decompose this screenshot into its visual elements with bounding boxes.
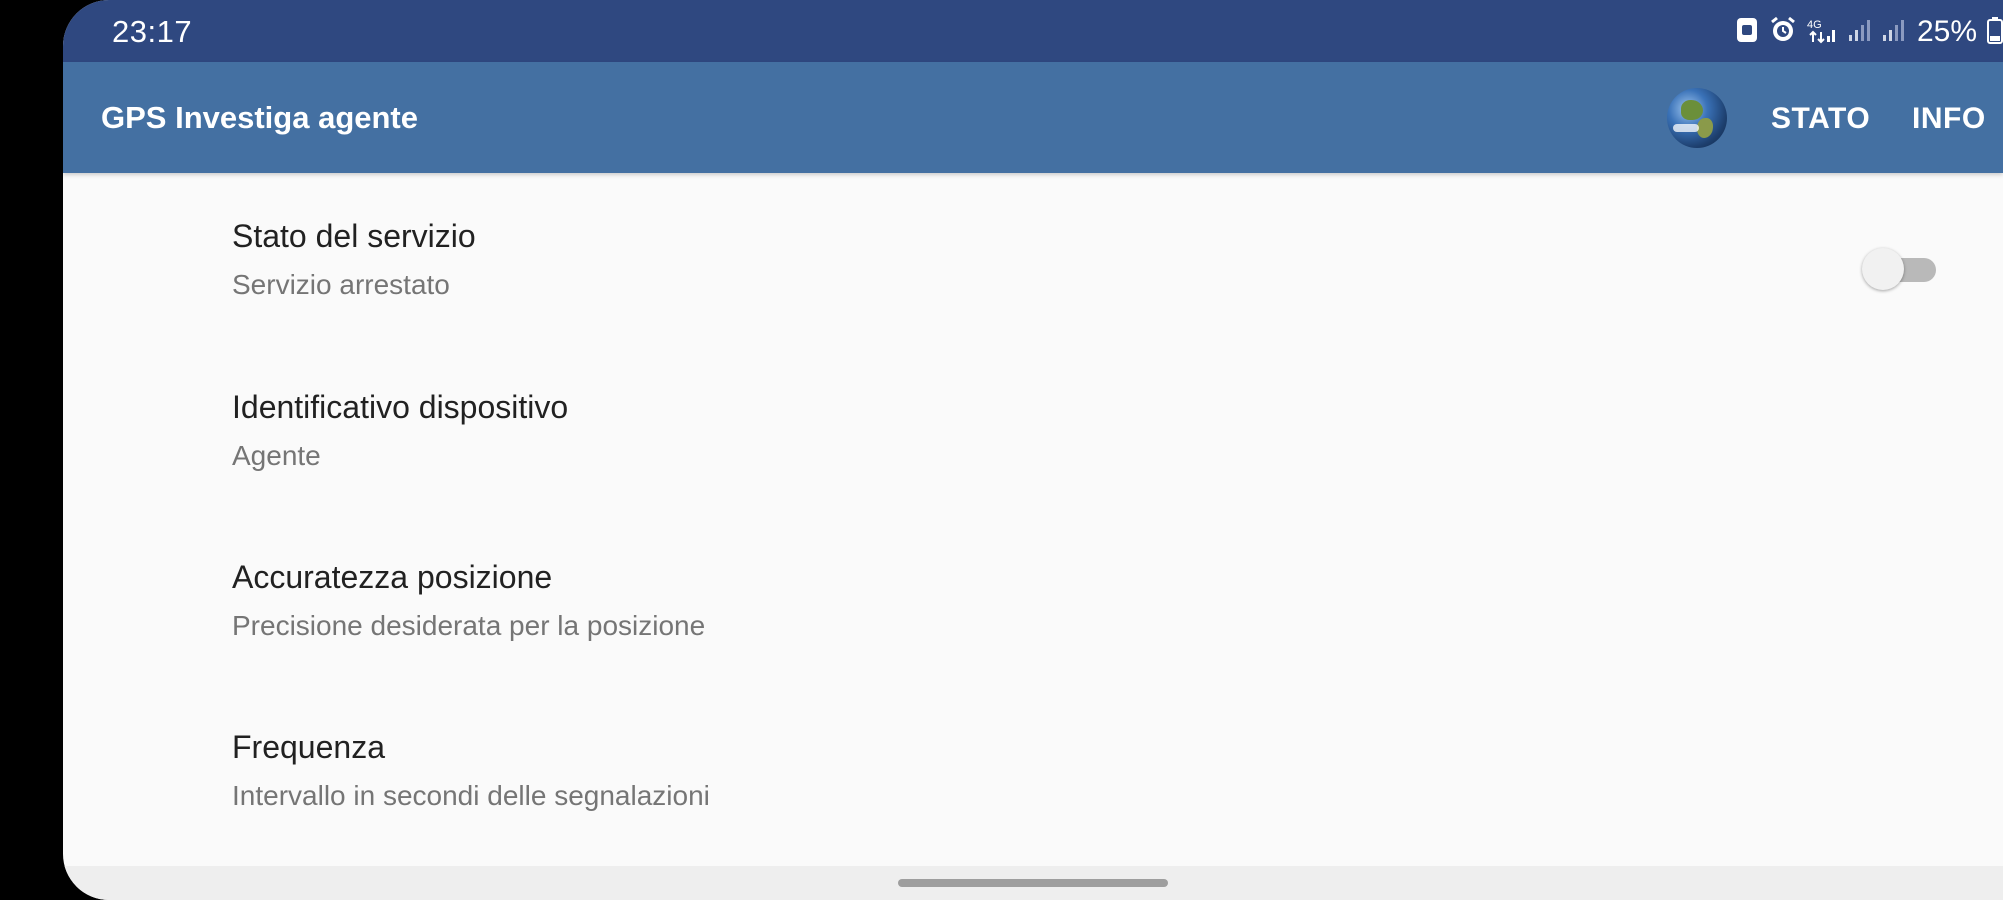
status-time: 23:17 — [112, 14, 193, 49]
pref-service-status[interactable]: Stato del servizio Servizio arrestato — [232, 218, 1932, 301]
pref-summary: Agente — [232, 440, 321, 471]
pref-summary: Servizio arrestato — [232, 269, 450, 300]
pref-title: Accuratezza posizione — [232, 559, 553, 595]
data-icon: 4G — [1807, 16, 1837, 49]
svg-text:4G: 4G — [1807, 19, 1822, 31]
pref-title: Frequenza — [232, 729, 385, 765]
toggle-thumb — [1862, 248, 1904, 290]
signal-icon — [1847, 17, 1871, 48]
navigation-bar — [63, 866, 2003, 900]
sim-icon — [1735, 17, 1759, 48]
phone-screen: 23:17 4G 25% GPS Investiga agente STATO … — [63, 0, 2003, 900]
info-button[interactable]: INFO — [1912, 102, 1986, 136]
pref-title: Stato del servizio — [232, 218, 476, 254]
globe-icon[interactable] — [1667, 88, 1727, 148]
home-indicator[interactable] — [898, 879, 1168, 887]
stato-button[interactable]: STATO — [1771, 102, 1870, 136]
status-bar: 23:17 4G 25% — [63, 0, 2003, 62]
signal-icon-2 — [1881, 17, 1905, 48]
app-title: GPS Investiga agente — [101, 100, 418, 135]
pref-summary: Precisione desiderata per la posizione — [232, 610, 706, 641]
pref-accuracy[interactable]: Accuratezza posizione Precisione desider… — [232, 559, 1932, 642]
service-toggle[interactable] — [1860, 244, 1940, 294]
pref-device-id[interactable]: Identificativo dispositivo Agente — [232, 389, 1932, 472]
alarm-icon — [1769, 16, 1797, 49]
status-icons: 4G 25% — [1735, 12, 2003, 52]
app-bar: GPS Investiga agente STATO INFO — [63, 62, 2003, 173]
pref-title: Identificativo dispositivo — [232, 389, 569, 425]
pref-summary: Intervallo in secondi delle segnalazioni — [232, 780, 710, 811]
pref-frequency[interactable]: Frequenza Intervallo in secondi delle se… — [232, 729, 1932, 812]
battery-percent: 25% — [1916, 15, 1977, 48]
battery-icon — [1987, 16, 2003, 49]
